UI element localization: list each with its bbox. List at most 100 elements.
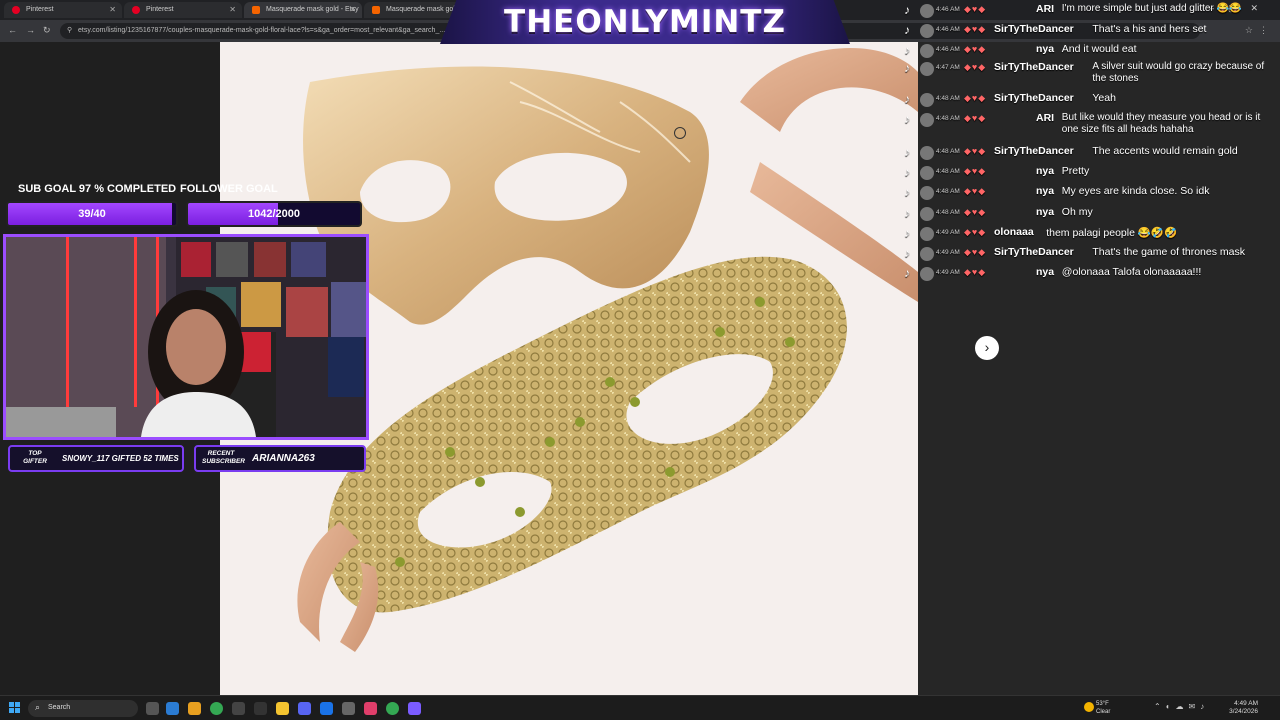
weather-temp: 53°F [1096,701,1109,707]
tab-pinterest-1[interactable]: Pinterest ✕ [4,2,122,18]
chat-text: them palagi people 😂🤣🤣 [1046,227,1178,239]
chat-badges-icon: ◆♥◆ [964,62,987,72]
avatar [920,146,934,160]
weather-widget[interactable]: 53°F Clear [1084,700,1111,716]
chat-username: SirTyTheDancer [994,23,1074,35]
top-gifter-value: SNOWY_117 GIFTED 52 TIMES [62,454,179,463]
chat-badges-icon: ◆♥◆ [964,207,987,217]
top-gifter-label: TOP GIFTER [23,450,47,465]
stream-screen: Pinterest ✕ Pinterest ✕ Masquerade mask … [0,0,1280,720]
chat-badges-icon: ◆♥◆ [964,267,987,277]
recent-subscriber-badge: RECENT SUBSCRIBER ARIANNA263 [194,445,366,472]
app-icon[interactable] [254,702,267,715]
chat-username: SirTyTheDancer [994,92,1074,104]
chat-time: 4:46 AM [936,6,960,13]
app-icon[interactable] [188,702,201,715]
chat-time: 4:49 AM [936,269,960,276]
chat-badges-icon: ◆♥◆ [964,146,987,156]
sub-goal-value: 39/40 [78,208,106,220]
avatar [920,166,934,180]
tab-etsy-1[interactable]: Masquerade mask gold - Etsy ✕ [244,2,362,18]
chat-badges-icon: ◆♥◆ [964,247,987,257]
follower-goal-value: 1042/2000 [248,208,300,220]
reload-icon[interactable]: ↻ [43,25,51,36]
close-icon[interactable]: ✕ [229,5,236,14]
taskbar-search-placeholder: Search [48,704,71,711]
chat-username: SirTyTheDancer [994,145,1074,157]
avatar [920,227,934,241]
app-icon[interactable] [342,702,355,715]
etsy-icon [252,6,260,14]
avatar [920,113,934,127]
chat-badges-icon: ◆♥◆ [964,93,987,103]
stream-title-banner: THEONLYMINTZ [440,0,850,44]
chat-time: 4:47 AM [936,64,960,71]
chat-badges-icon: ◆♥◆ [964,4,987,14]
chat-username: nya [1036,43,1055,55]
copilot-icon[interactable] [166,702,179,715]
weather-desc: Clear [1096,709,1111,715]
chat-time: 4:46 AM [936,26,960,33]
chat-text: That's the game of thrones mask [1092,246,1245,258]
chat-text: My eyes are kinda close. So idk [1061,185,1210,197]
taskbar-clock[interactable]: 4:49 AM 3/24/2026 [1229,700,1258,716]
next-image-button[interactable]: › [975,336,999,360]
chat-username: nya [1036,165,1055,177]
task-view-icon[interactable] [146,702,159,715]
chrome-icon[interactable] [210,702,223,715]
sun-icon [1084,702,1094,712]
tiktok-icon: ♪ [904,185,910,199]
chat-badges-icon: ◆♥◆ [964,24,987,34]
discord-icon[interactable] [408,702,421,715]
avatar [920,24,934,38]
close-icon[interactable]: ✕ [109,5,116,14]
stream-title: THEONLYMINTZ [504,4,786,40]
chat-text: Oh my [1061,206,1093,218]
streamer-webcam-image [6,237,366,437]
chat-username: nya [1036,206,1055,218]
app-icon[interactable] [320,702,333,715]
app-icon[interactable] [298,702,311,715]
file-explorer-icon[interactable] [276,702,289,715]
sub-goal-bar: 39/40 [6,201,178,227]
etsy-icon [372,6,380,14]
search-icon: ⌕ [35,702,41,712]
windows-taskbar: ⌕ Search 53°F Clear ⌃◐☁✉♪ 4:49 AM 3/24/2… [0,695,1280,720]
tiktok-icon: ♪ [904,266,910,280]
url-text: etsy.com/listing/1235167877/couples-masq… [78,27,446,34]
tab-title: Pinterest [146,6,174,13]
chat-time: 4:48 AM [936,95,960,102]
chat-text: Pretty [1061,165,1090,177]
tab-pinterest-2[interactable]: Pinterest ✕ [124,2,242,18]
app-icon[interactable] [364,702,377,715]
taskbar-search[interactable]: ⌕ Search [28,700,138,717]
chat-badges-icon: ◆♥◆ [964,44,987,54]
extensions-icons[interactable]: ☆⋮ [1245,25,1274,36]
top-gifter-badge: TOP GIFTER SNOWY_117 GIFTED 52 TIMES [8,445,184,472]
avatar [920,62,934,76]
chat-time: 4:49 AM [936,229,960,236]
app-icon[interactable] [232,702,245,715]
avatar [920,267,934,281]
start-button[interactable] [9,702,21,714]
system-tray-icons[interactable]: ⌃◐☁✉♪ [1154,702,1209,711]
chrome-icon[interactable] [386,702,399,715]
tiktok-icon: ♪ [904,165,910,179]
chat-username: nya [1036,266,1055,278]
back-icon[interactable]: ← [8,25,17,35]
chat-text: I'm more simple but just add glitter 😂😂 [1061,3,1242,14]
webcam-feed [3,234,369,440]
forward-icon[interactable]: → [26,25,35,35]
avatar [920,247,934,261]
chat-text: And it would eat [1061,43,1137,55]
chat-text: But like would they measure you head or … [1061,112,1261,135]
chat-username: olonaaa [994,226,1034,238]
close-icon[interactable]: ✕ [349,5,356,14]
chat-badges-icon: ◆♥◆ [964,113,987,123]
tab-title: Masquerade mask gol [386,6,455,13]
tab-title: Pinterest [26,6,54,13]
chat-text: Yeah [1092,92,1116,104]
recent-subscriber-value: ARIANNA263 [252,453,315,464]
avatar [920,186,934,200]
chat-username: ARI [1036,3,1055,15]
